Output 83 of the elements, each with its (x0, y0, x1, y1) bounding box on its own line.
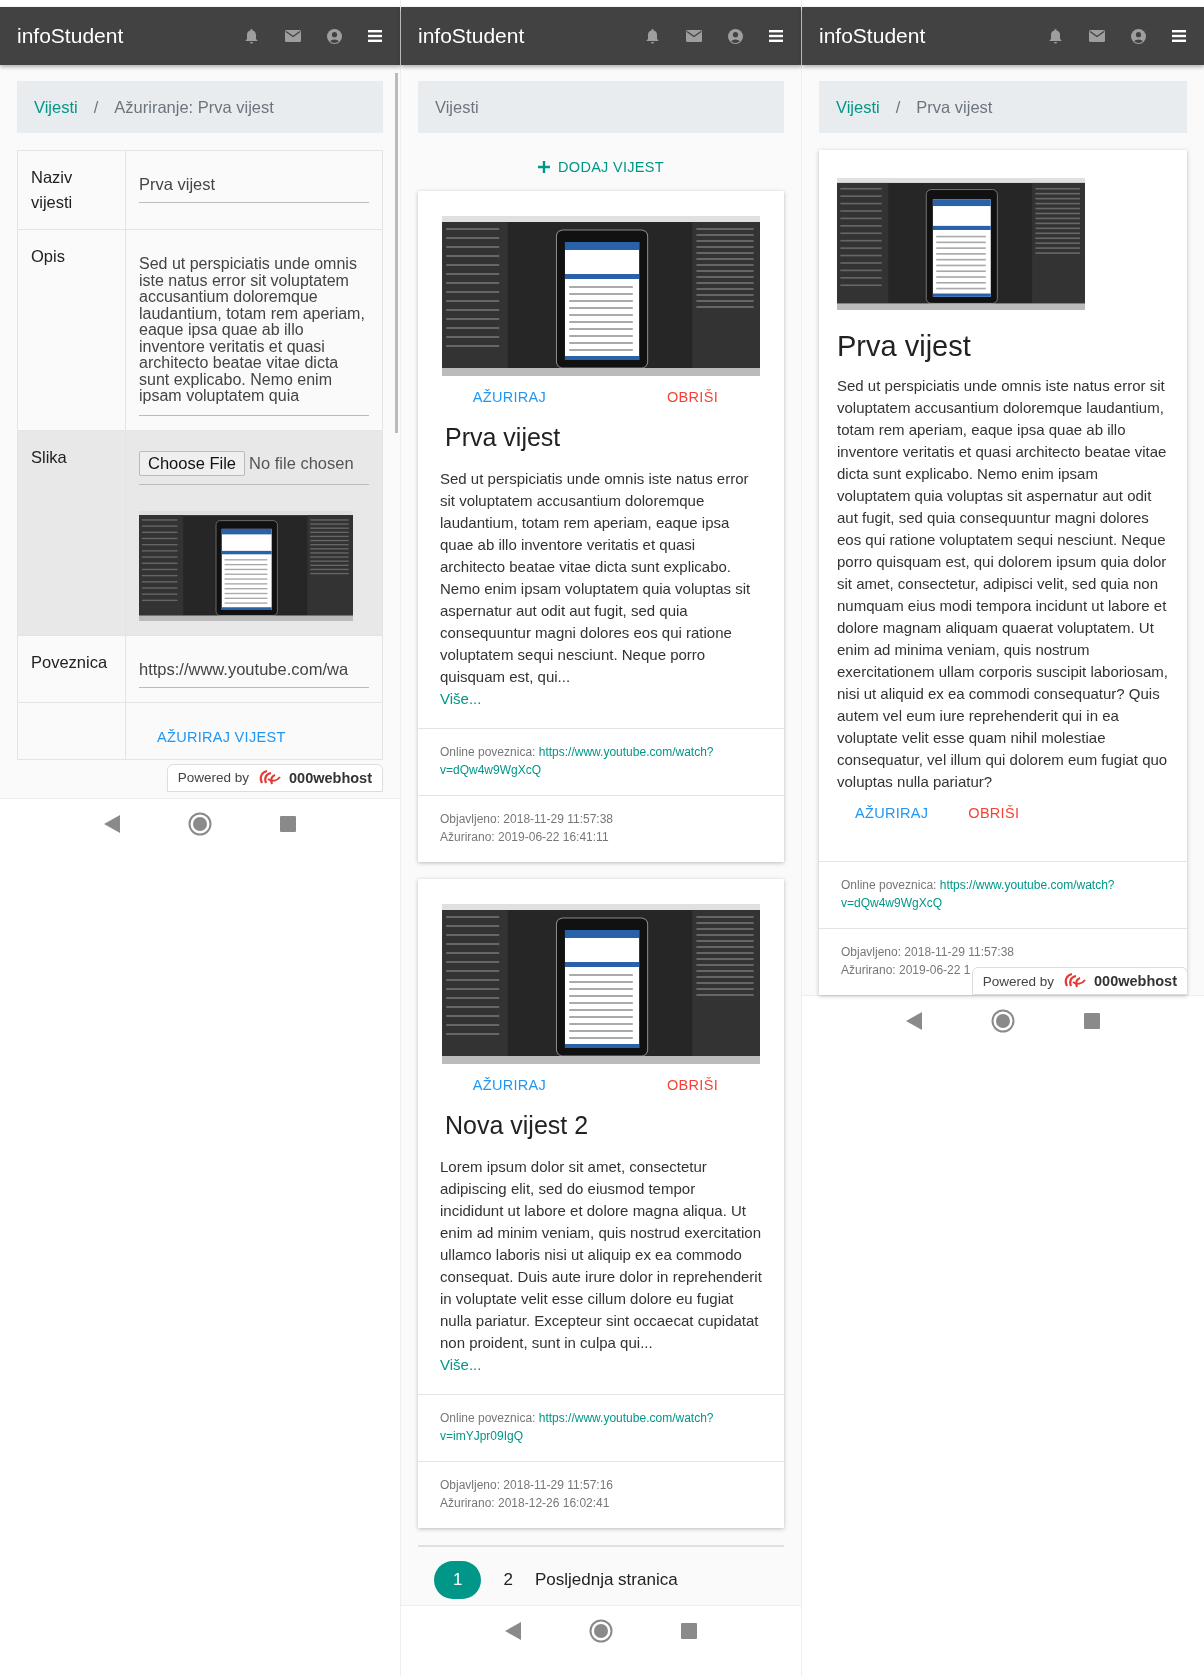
news-title: Nova vijest 2 (445, 1111, 590, 1140)
online-link-label: Online poveznica: (841, 878, 937, 892)
app-title: infoStudent (418, 24, 525, 48)
bell-icon[interactable] (1048, 28, 1063, 44)
published-date: Objavljeno: 2018-11-29 11:57:38 (440, 811, 614, 828)
delete-button[interactable]: OBRIŠI (968, 805, 1020, 821)
updated-date: Ažurirano: 2019-06-22 1 (841, 962, 972, 979)
menu-icon[interactable] (368, 30, 382, 42)
text-field[interactable]: https://www.youtube.com/wa (139, 655, 369, 688)
online-link-label: Online poveznica: (440, 745, 536, 759)
article-text: Sed ut perspiciatis unde omnis iste natus error sit voluptatem accusantium doloremque laudantium, totam rem aperiam, eaque ipsa quae ab illo inventore veritatis et quasi architecto beatae vitae dicta sunt explicabo. Nemo enim ipsam voluptatem quia voluptas sit aspernatur aut odit aut fugit, sed quia consequuntur magni dolores eos qui ratione voluptatem sequi nesciunt. Neque porro quisquam est, qui dolorem ipsum quia dolor sit amet, consectetur, adipisci velit, sed quia non numquam eius modi tempora incidunt ut labore et dolore magnam aliquam quaerat voluptatem. Ut enim ad minima veniam, quis nostrum exercitationem ullam corporis suscipit laboriosam, nisi ut aliquid ex ea commodi consequatur? Quis autem vel eum iure reprehenderit qui in ea voluptate velit esse quam nihil molestiae consequatur, vel illum qui dolorem eum fugiat quo voluptas nulla pariatur? (837, 376, 1169, 792)
delete-button[interactable]: OBRIŠI (601, 389, 784, 405)
read-more-link[interactable]: Više... (440, 690, 482, 707)
menu-icon[interactable] (769, 30, 783, 42)
envelope-icon[interactable] (1089, 30, 1105, 42)
recents-icon[interactable] (280, 815, 296, 832)
badge-brand: 000webhost (289, 769, 372, 786)
video-link[interactable]: https://www.youtube.com/watch? (538, 745, 714, 759)
swirl-logo-icon (257, 768, 281, 787)
app-title: infoStudent (819, 24, 926, 48)
page-link[interactable]: Posljednja stranica (534, 1561, 678, 1599)
breadcrumb-current: Vijesti (435, 97, 479, 117)
file-field[interactable]: Choose File No file chosen (139, 450, 369, 485)
envelope-icon[interactable] (285, 30, 301, 42)
page-link[interactable]: 2 (503, 1561, 513, 1599)
news-text: Lorem ipsum dolor sit amet, consectetur adipiscing elit, sed do eiusmod tempor incididunt ut labore et dolore magna aliqua. Ut enim ad minim veniam, quis nostrud exercitation ullamco laboris nisi ut aliquip ex ea commodo consequat. Duis aute irure dolor in reprehenderit in voluptate velit esse cillum dolore eu fugiat nulla pariatur. Excepteur sint occaecat cupidatat non proident, sunt in culpa qui... (440, 1157, 762, 1353)
home-icon[interactable] (991, 1009, 1015, 1033)
published-date: Objavljeno: 2018-11-29 11:57:38 (841, 944, 1015, 961)
update-news-button[interactable]: AŽURIRAJ VIJEST (139, 722, 369, 745)
online-link-label: Online poveznica: (440, 1411, 536, 1425)
hosting-badge[interactable]: Powered by 000webhost (971, 967, 1188, 995)
update-button[interactable]: AŽURIRAJ (418, 1077, 601, 1093)
user-icon[interactable] (1131, 28, 1146, 44)
text-field[interactable]: Prva vijest (139, 171, 369, 203)
badge-text: Powered by (982, 973, 1054, 989)
news-title: Prva vijest (445, 423, 562, 452)
breadcrumb-separator: / (895, 97, 901, 117)
page-link[interactable]: 1 (434, 1561, 482, 1599)
update-button[interactable]: AŽURIRAJ (855, 805, 929, 821)
field-label: Slika (31, 447, 67, 466)
video-link[interactable]: v=imYJpr09IgQ (440, 1429, 524, 1443)
home-icon[interactable] (188, 811, 212, 836)
menu-icon[interactable] (1172, 30, 1186, 42)
envelope-icon[interactable] (686, 30, 702, 42)
breadcrumb-current: Prva vijest (916, 97, 993, 117)
update-button[interactable]: AŽURIRAJ (418, 389, 601, 405)
breadcrumb-link[interactable]: Vijesti (836, 97, 880, 117)
field-label: Poveznica (31, 652, 108, 671)
breadcrumb-current: Ažuriranje: Prva vijest (114, 97, 274, 117)
field-label: Opis (31, 247, 65, 265)
user-icon[interactable] (327, 28, 342, 44)
video-link[interactable]: v=dQw4w9WgXcQ (440, 763, 542, 777)
video-link[interactable]: https://www.youtube.com/watch? (538, 1411, 714, 1425)
breadcrumb-separator: / (93, 97, 99, 117)
plus-icon (538, 161, 551, 173)
video-link[interactable]: https://www.youtube.com/watch? (939, 878, 1115, 892)
bell-icon[interactable] (244, 28, 259, 44)
breadcrumb-link[interactable]: Vijesti (34, 97, 78, 117)
file-status: No file chosen (249, 453, 354, 473)
delete-button[interactable]: OBRIŠI (601, 1077, 784, 1093)
add-news-button[interactable]: DODAJ VIJEST (538, 159, 664, 175)
swirl-logo-icon (1062, 972, 1086, 990)
field-label: Naziv vijesti (31, 168, 73, 211)
badge-brand: 000webhost (1094, 973, 1177, 989)
back-icon[interactable] (104, 814, 120, 833)
news-text: Sed ut perspiciatis unde omnis iste natus error sit voluptatem accusantium doloremque laudantium, totam rem aperiam, eaque ipsa quae ab illo inventore veritatis et quasi architecto beatae vitae dicta sunt explicabo. Nemo enim ipsam voluptatem quia voluptas sit aspernatur aut odit aut fugit, sed quia consequuntur magni dolores eos qui ratione voluptatem sequi nesciunt. Neque porro quisquam est, qui... (440, 469, 752, 687)
updated-date: Ažurirano: 2018-12-26 16:02:41 (440, 1495, 611, 1512)
updated-date: Ažurirano: 2019-06-22 16:41:11 (440, 829, 610, 846)
app-title: infoStudent (17, 24, 124, 48)
recents-icon[interactable] (1083, 1013, 1100, 1029)
read-more-link[interactable]: Više... (440, 1356, 482, 1373)
description-field[interactable]: Sed ut perspiciatis unde omnis iste natus error sit voluptatem accusantium doloremque laudantium, totam rem aperiam, eaque ipsa quae ab illo inventore veritatis et quasi architecto beatae vitae dicta sunt explicabo. Nemo enim ipsam voluptatem quia (139, 250, 369, 416)
home-icon[interactable] (589, 1619, 613, 1643)
badge-text: Powered by (177, 770, 249, 785)
back-icon[interactable] (505, 1622, 521, 1640)
user-icon[interactable] (728, 28, 743, 44)
published-date: Objavljeno: 2018-11-29 11:57:16 (440, 1477, 614, 1494)
back-icon[interactable] (906, 1012, 923, 1030)
bell-icon[interactable] (645, 28, 660, 44)
article-title: Prva vijest (837, 330, 972, 363)
choose-file-button[interactable]: Choose File (139, 450, 246, 476)
video-link[interactable]: v=dQw4w9WgXcQ (841, 896, 943, 910)
hosting-badge[interactable]: Powered by 000webhost (166, 763, 383, 792)
